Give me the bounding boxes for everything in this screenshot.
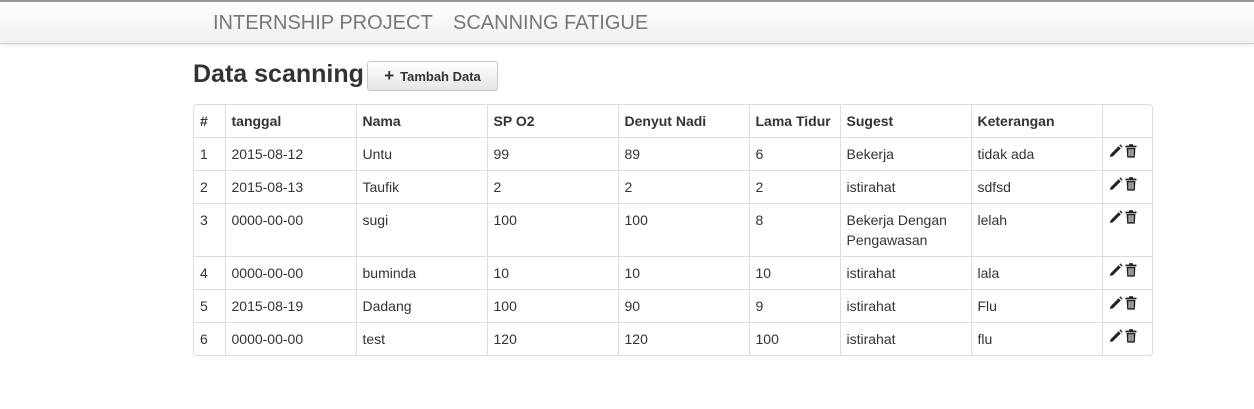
cell-tanggal: 0000-00-00	[224, 322, 356, 355]
cell-number: 6	[194, 322, 225, 355]
pencil-icon[interactable]	[1109, 177, 1125, 195]
cell-lama-tidur: 2	[748, 170, 840, 204]
cell-number: 1	[194, 137, 225, 171]
page-title: Data scanning	[193, 60, 364, 88]
trash-icon[interactable]	[1125, 210, 1141, 228]
trash-icon[interactable]	[1125, 144, 1141, 162]
table-row: 3 0000-00-00 sugi 100 100 8 Bekerja Dengan Pen…	[194, 203, 1152, 257]
header-nama: Nama	[355, 105, 487, 138]
navbar-brand[interactable]: INTERNSHIP PROJECT	[213, 11, 433, 35]
table-row: 4 0000-00-00 buminda 10 10 10 istirahat lala	[194, 256, 1152, 290]
cell-keterangan: lelah	[970, 203, 1102, 257]
trash-icon[interactable]	[1125, 329, 1141, 347]
cell-sugest: istirahat	[839, 289, 971, 323]
cell-tanggal: 2015-08-13	[224, 170, 356, 204]
cell-nama: Taufik	[355, 170, 487, 204]
cell-keterangan: Flu	[970, 289, 1102, 323]
data-table-container: # tanggal Nama SP O2 Denyut Nadi Lama Ti…	[193, 104, 1153, 356]
cell-nama: buminda	[355, 256, 487, 290]
cell-lama-tidur: 6	[748, 137, 840, 171]
cell-sugest: istirahat	[839, 256, 971, 290]
cell-sp-o2: 100	[486, 289, 618, 323]
cell-denyut-nadi: 90	[617, 289, 749, 323]
header-sp-o2: SP O2	[486, 105, 618, 138]
header-sugest: Sugest	[839, 105, 971, 138]
cell-denyut-nadi: 100	[617, 203, 749, 257]
cell-number: 4	[194, 256, 225, 290]
cell-keterangan: flu	[970, 322, 1102, 355]
table-header-row: # tanggal Nama SP O2 Denyut Nadi Lama Ti…	[194, 105, 1152, 138]
header-number: #	[200, 113, 208, 129]
cell-keterangan: sdfsd	[970, 170, 1102, 204]
cell-lama-tidur: 100	[748, 322, 840, 355]
table-row: 2 2015-08-13 Taufik 2 2 2 istirahat sdfsd	[194, 170, 1152, 204]
cell-denyut-nadi: 2	[617, 170, 749, 204]
add-data-button-label: Tambah Data	[400, 68, 481, 84]
trash-icon[interactable]	[1125, 177, 1141, 195]
pencil-icon[interactable]	[1109, 296, 1125, 314]
table-row: 1 2015-08-12 Untu 99 89 6 Bekerja tidak ada	[194, 137, 1152, 171]
table-body: 1 2015-08-12 Untu 99 89 6 Bekerja tidak ada 2 201…	[194, 137, 1152, 355]
cell-actions	[1101, 256, 1152, 290]
cell-actions	[1101, 137, 1152, 171]
header-denyut-nadi: Denyut Nadi	[617, 105, 749, 138]
data-table: # tanggal Nama SP O2 Denyut Nadi Lama Ti…	[194, 105, 1152, 355]
cell-tanggal: 0000-00-00	[224, 256, 356, 290]
cell-sugest: Bekerja	[839, 137, 971, 171]
cell-lama-tidur: 9	[748, 289, 840, 323]
cell-actions	[1101, 289, 1152, 323]
add-data-button[interactable]: + Tambah Data	[367, 61, 498, 91]
table-row: 6 0000-00-00 test 120 120 100 istirahat flu	[194, 322, 1152, 355]
trash-icon[interactable]	[1125, 263, 1141, 281]
cell-nama: sugi	[355, 203, 487, 257]
trash-icon[interactable]	[1125, 296, 1141, 314]
cell-number: 2	[194, 170, 225, 204]
cell-keterangan: lala	[970, 256, 1102, 290]
pencil-icon[interactable]	[1109, 144, 1125, 162]
cell-number: 3	[194, 203, 225, 257]
cell-sugest: istirahat	[839, 170, 971, 204]
cell-sp-o2: 10	[486, 256, 618, 290]
cell-nama: Untu	[355, 137, 487, 171]
cell-nama: Dadang	[355, 289, 487, 323]
header-tanggal: tanggal	[224, 105, 356, 138]
cell-denyut-nadi: 89	[617, 137, 749, 171]
navbar: INTERNSHIP PROJECT SCANNING FATIGUE	[0, 2, 1254, 44]
cell-sugest: Bekerja Dengan Pengawasan	[839, 203, 971, 257]
cell-sp-o2: 99	[486, 137, 618, 171]
cell-actions	[1101, 322, 1152, 355]
header-actions	[1101, 105, 1152, 138]
cell-sugest: istirahat	[839, 322, 971, 355]
cell-tanggal: 2015-08-12	[224, 137, 356, 171]
nav-link-scanning-fatigue[interactable]: SCANNING FATIGUE	[453, 11, 648, 35]
cell-denyut-nadi: 10	[617, 256, 749, 290]
cell-keterangan: tidak ada	[970, 137, 1102, 171]
cell-sp-o2: 120	[486, 322, 618, 355]
cell-sp-o2: 100	[486, 203, 618, 257]
table-row: 5 2015-08-19 Dadang 100 90 9 istirahat Flu	[194, 289, 1152, 323]
header-lama-tidur: Lama Tidur	[748, 105, 840, 138]
cell-nama: test	[355, 322, 487, 355]
cell-denyut-nadi: 120	[617, 322, 749, 355]
cell-actions	[1101, 170, 1152, 204]
cell-sp-o2: 2	[486, 170, 618, 204]
cell-lama-tidur: 8	[748, 203, 840, 257]
cell-actions	[1101, 203, 1152, 257]
pencil-icon[interactable]	[1109, 263, 1125, 281]
cell-lama-tidur: 10	[748, 256, 840, 290]
header-keterangan: Keterangan	[970, 105, 1102, 138]
cell-tanggal: 0000-00-00	[224, 203, 356, 257]
cell-tanggal: 2015-08-19	[224, 289, 356, 323]
plus-icon: +	[384, 66, 395, 85]
pencil-icon[interactable]	[1109, 329, 1125, 347]
pencil-icon[interactable]	[1109, 210, 1125, 228]
cell-number: 5	[194, 289, 225, 323]
